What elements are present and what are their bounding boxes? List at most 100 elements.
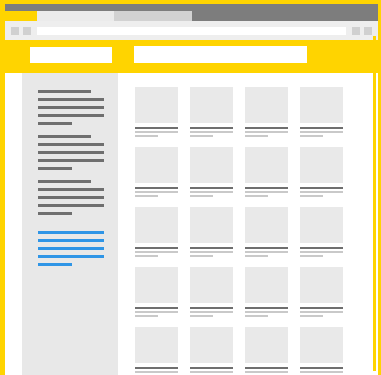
product-thumbnail [135, 147, 178, 183]
product-card[interactable] [190, 147, 233, 199]
product-card[interactable] [300, 207, 343, 259]
sidebar-item[interactable] [38, 98, 104, 101]
product-meta [135, 251, 178, 253]
product-meta [190, 371, 233, 373]
sidebar-item[interactable] [38, 114, 104, 117]
address-bar[interactable] [37, 27, 346, 35]
product-card[interactable] [245, 207, 288, 259]
product-card[interactable] [135, 267, 178, 319]
product-thumbnail [190, 87, 233, 123]
sidebar-item[interactable] [38, 90, 91, 93]
sidebar-item[interactable] [38, 167, 72, 170]
product-thumbnail [300, 147, 343, 183]
product-meta [135, 135, 158, 137]
back-button[interactable] [11, 27, 19, 35]
product-title [190, 127, 233, 129]
product-meta [300, 195, 323, 197]
product-card[interactable] [135, 207, 178, 259]
product-card[interactable] [300, 267, 343, 319]
product-title [300, 247, 343, 249]
product-meta [245, 195, 268, 197]
product-card[interactable] [300, 147, 343, 199]
sidebar-item[interactable] [38, 204, 104, 207]
product-meta [135, 195, 158, 197]
product-meta [245, 135, 268, 137]
product-title [300, 127, 343, 129]
product-thumbnail [135, 87, 178, 123]
product-meta [245, 131, 288, 133]
product-meta [300, 311, 343, 313]
sidebar-link[interactable] [38, 239, 104, 242]
sidebar-item[interactable] [38, 180, 91, 183]
product-card[interactable] [300, 327, 343, 375]
product-card[interactable] [190, 207, 233, 259]
product-meta [135, 191, 178, 193]
product-meta [300, 135, 323, 137]
product-card[interactable] [245, 267, 288, 319]
sidebar-link[interactable] [38, 255, 104, 258]
sidebar-item[interactable] [38, 122, 72, 125]
product-title [245, 187, 288, 189]
sidebar-item[interactable] [38, 135, 91, 138]
product-thumbnail [190, 267, 233, 303]
product-meta [190, 135, 213, 137]
product-meta [245, 255, 268, 257]
product-meta [245, 371, 288, 373]
product-title [135, 187, 178, 189]
tab-third[interactable] [114, 11, 192, 21]
product-card[interactable] [135, 327, 178, 375]
extension-button[interactable] [352, 27, 360, 35]
product-thumbnail [135, 267, 178, 303]
site-header [5, 40, 378, 73]
sidebar-link[interactable] [38, 263, 72, 266]
product-title [190, 247, 233, 249]
product-title [135, 307, 178, 309]
product-card[interactable] [135, 87, 178, 139]
product-title [190, 307, 233, 309]
product-meta [190, 195, 213, 197]
product-card[interactable] [245, 327, 288, 375]
product-title [300, 187, 343, 189]
product-thumbnail [245, 327, 288, 363]
menu-button[interactable] [364, 27, 372, 35]
sidebar-item[interactable] [38, 159, 104, 162]
browser-window [5, 4, 378, 375]
sidebar [22, 73, 118, 375]
tab-second[interactable] [37, 11, 114, 21]
sidebar-item[interactable] [38, 212, 72, 215]
sidebar-item[interactable] [38, 188, 104, 191]
product-meta [190, 131, 233, 133]
forward-button[interactable] [23, 27, 31, 35]
product-meta [190, 311, 233, 313]
product-thumbnail [300, 87, 343, 123]
product-thumbnail [245, 207, 288, 243]
sidebar-link[interactable] [38, 231, 104, 234]
sidebar-item[interactable] [38, 151, 104, 154]
product-card[interactable] [190, 327, 233, 375]
logo[interactable] [30, 47, 112, 63]
product-card[interactable] [245, 87, 288, 139]
product-title [135, 127, 178, 129]
sidebar-item[interactable] [38, 106, 104, 109]
product-meta [190, 315, 213, 317]
sidebar-link[interactable] [38, 247, 104, 250]
search-input[interactable] [134, 46, 307, 63]
sidebar-item[interactable] [38, 196, 104, 199]
product-thumbnail [300, 327, 343, 363]
product-card[interactable] [190, 87, 233, 139]
product-grid [118, 73, 378, 375]
product-thumbnail [190, 147, 233, 183]
product-meta [245, 315, 268, 317]
product-card[interactable] [135, 147, 178, 199]
product-thumbnail [245, 267, 288, 303]
tab-active[interactable] [5, 11, 37, 21]
product-card[interactable] [245, 147, 288, 199]
product-card[interactable] [300, 87, 343, 139]
product-meta [300, 131, 343, 133]
product-thumbnail [135, 207, 178, 243]
product-card[interactable] [190, 267, 233, 319]
product-meta [135, 371, 178, 373]
sidebar-item[interactable] [38, 143, 104, 146]
product-title [190, 187, 233, 189]
product-meta [245, 191, 288, 193]
